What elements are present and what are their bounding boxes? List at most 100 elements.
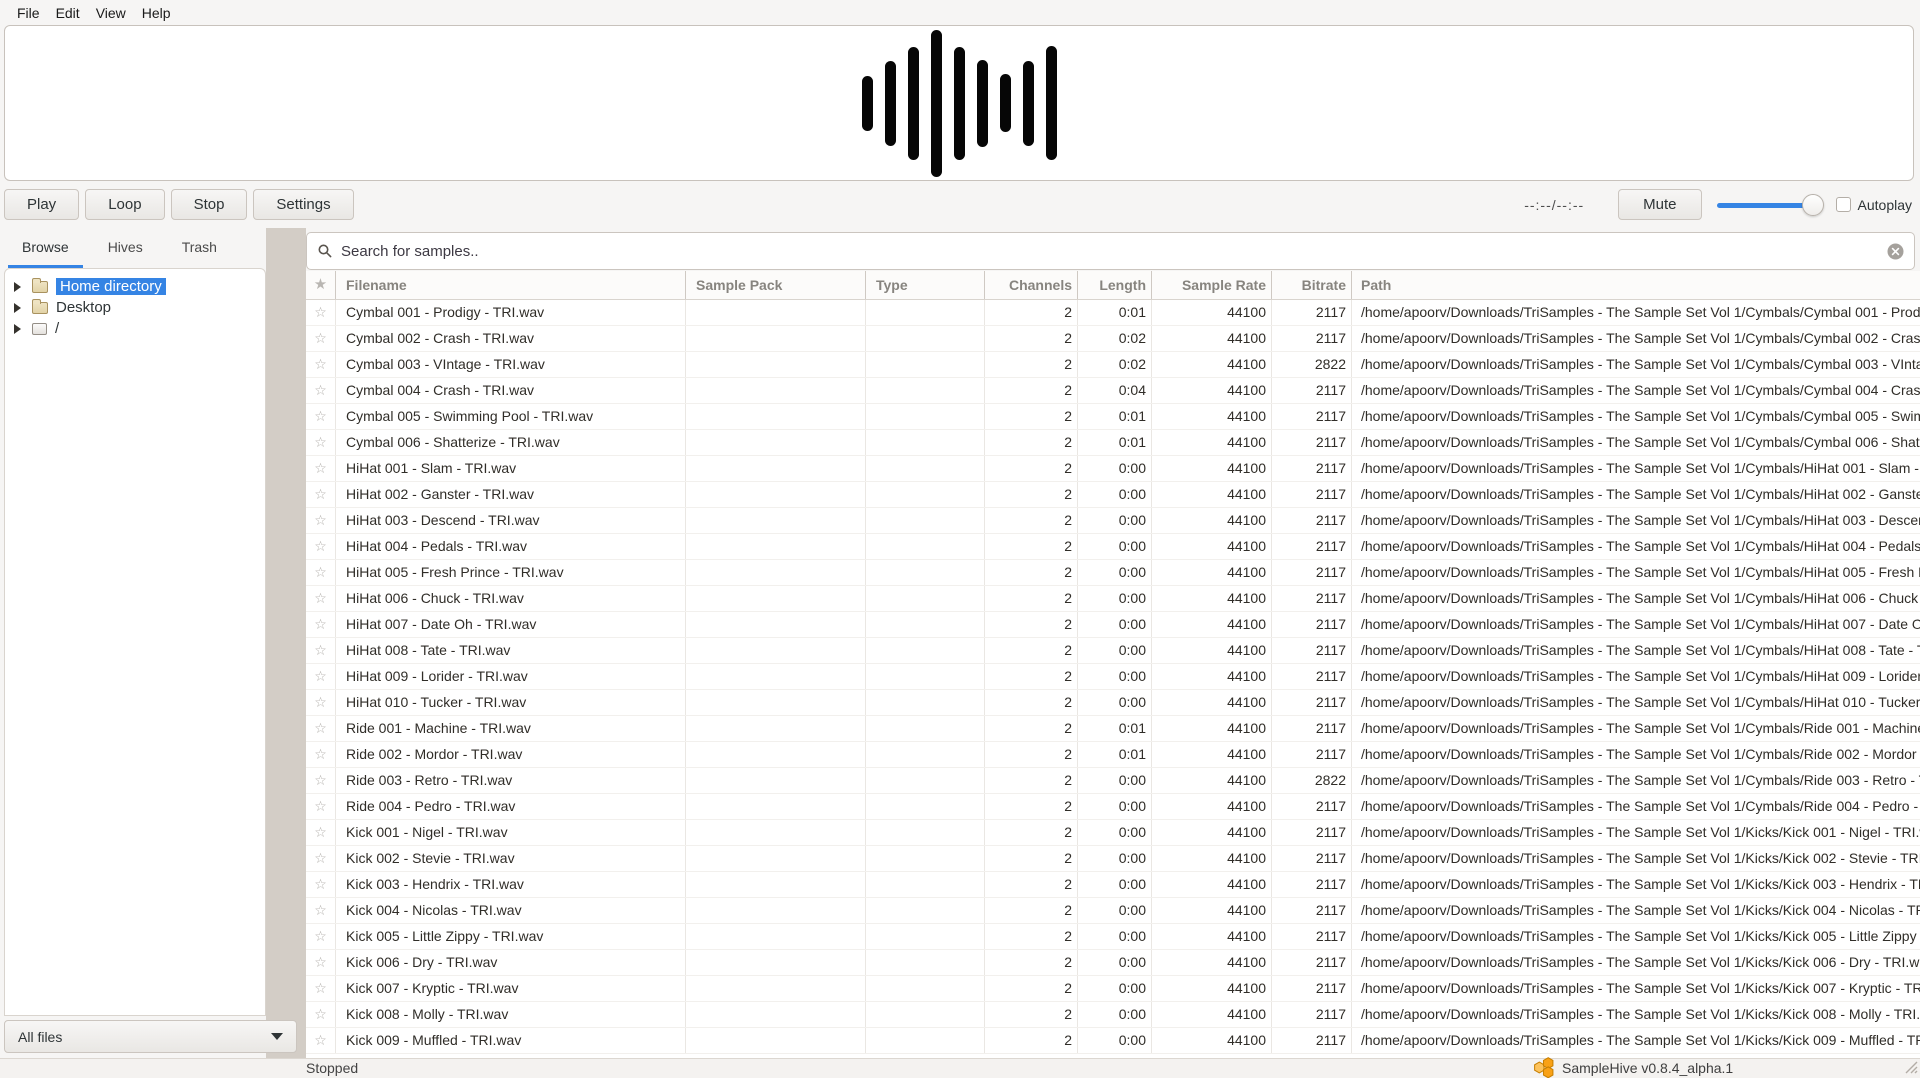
cell-filename: Kick 002 - Stevie - TRI.wav	[336, 846, 686, 871]
tree-item[interactable]: /	[5, 318, 265, 339]
header-type[interactable]: Type	[866, 271, 985, 299]
menu-item-view[interactable]: View	[88, 5, 134, 21]
resize-grip[interactable]	[1902, 1058, 1918, 1077]
search-input[interactable]	[341, 243, 1879, 260]
header-channels[interactable]: Channels	[985, 271, 1078, 299]
table-row[interactable]: ☆ HiHat 010 - Tucker - TRI.wav 2 0:00 44…	[306, 690, 1920, 716]
table-row[interactable]: ☆ Kick 007 - Kryptic - TRI.wav 2 0:00 44…	[306, 976, 1920, 1002]
clear-search-icon[interactable]	[1887, 243, 1904, 260]
mute-button[interactable]: Mute	[1618, 189, 1701, 220]
favorite-star-icon[interactable]: ☆	[306, 1028, 336, 1053]
table-row[interactable]: ☆ HiHat 009 - Lorider - TRI.wav 2 0:00 4…	[306, 664, 1920, 690]
favorite-star-icon[interactable]: ☆	[306, 586, 336, 611]
favorite-star-icon[interactable]: ☆	[306, 898, 336, 923]
volume-slider[interactable]	[1717, 193, 1822, 217]
header-length[interactable]: Length	[1078, 271, 1152, 299]
table-row[interactable]: ☆ Ride 001 - Machine - TRI.wav 2 0:01 44…	[306, 716, 1920, 742]
favorite-star-icon[interactable]: ☆	[306, 430, 336, 455]
favorite-star-icon[interactable]: ☆	[306, 300, 336, 325]
table-row[interactable]: ☆ Cymbal 002 - Crash - TRI.wav 2 0:02 44…	[306, 326, 1920, 352]
file-filter-dropdown[interactable]: All files	[4, 1020, 297, 1053]
cell-sample-rate: 44100	[1152, 664, 1272, 689]
cell-filename: HiHat 009 - Lorider - TRI.wav	[336, 664, 686, 689]
tab-hives[interactable]: Hives	[94, 228, 157, 268]
favorite-star-icon[interactable]: ☆	[306, 742, 336, 767]
favorite-star-icon[interactable]: ☆	[306, 326, 336, 351]
table-row[interactable]: ☆ Kick 004 - Nicolas - TRI.wav 2 0:00 44…	[306, 898, 1920, 924]
favorite-star-icon[interactable]: ☆	[306, 846, 336, 871]
table-row[interactable]: ☆ Kick 003 - Hendrix - TRI.wav 2 0:00 44…	[306, 872, 1920, 898]
favorite-star-icon[interactable]: ☆	[306, 794, 336, 819]
tab-browse[interactable]: Browse	[8, 228, 83, 268]
favorite-star-icon[interactable]: ☆	[306, 560, 336, 585]
favorite-star-icon[interactable]: ☆	[306, 950, 336, 975]
expander-arrow-icon[interactable]	[14, 282, 21, 292]
favorite-star-icon[interactable]: ☆	[306, 976, 336, 1001]
table-row[interactable]: ☆ Kick 006 - Dry - TRI.wav 2 0:00 44100 …	[306, 950, 1920, 976]
favorite-star-icon[interactable]: ☆	[306, 612, 336, 637]
cell-filename: Cymbal 003 - VIntage - TRI.wav	[336, 352, 686, 377]
header-bitrate[interactable]: Bitrate	[1272, 271, 1352, 299]
favorite-star-icon[interactable]: ☆	[306, 534, 336, 559]
volume-slider-knob[interactable]	[1802, 194, 1824, 216]
tree-item[interactable]: Home directory	[5, 276, 265, 297]
header-path[interactable]: Path	[1352, 271, 1920, 299]
favorite-star-icon[interactable]: ☆	[306, 456, 336, 481]
table-row[interactable]: ☆ HiHat 007 - Date Oh - TRI.wav 2 0:00 4…	[306, 612, 1920, 638]
favorite-star-icon[interactable]: ☆	[306, 508, 336, 533]
favorite-star-icon[interactable]: ☆	[306, 924, 336, 949]
favorite-star-icon[interactable]: ☆	[306, 820, 336, 845]
favorite-star-icon[interactable]: ☆	[306, 1002, 336, 1027]
favorite-star-icon[interactable]: ☆	[306, 768, 336, 793]
stop-button[interactable]: Stop	[171, 189, 248, 220]
table-row[interactable]: ☆ HiHat 002 - Ganster - TRI.wav 2 0:00 4…	[306, 482, 1920, 508]
favorite-star-icon[interactable]: ☆	[306, 716, 336, 741]
favorite-star-icon[interactable]: ☆	[306, 404, 336, 429]
table-row[interactable]: ☆ Kick 002 - Stevie - TRI.wav 2 0:00 441…	[306, 846, 1920, 872]
menu-item-edit[interactable]: Edit	[48, 5, 88, 21]
header-favorite-star-icon[interactable]: ★	[306, 271, 336, 299]
cell-filename: Kick 006 - Dry - TRI.wav	[336, 950, 686, 975]
pane-separator[interactable]	[266, 228, 306, 1058]
header-sample-rate[interactable]: Sample Rate	[1152, 271, 1272, 299]
table-row[interactable]: ☆ Cymbal 003 - VIntage - TRI.wav 2 0:02 …	[306, 352, 1920, 378]
table-row[interactable]: ☆ Ride 004 - Pedro - TRI.wav 2 0:00 4410…	[306, 794, 1920, 820]
table-row[interactable]: ☆ Kick 001 - Nigel - TRI.wav 2 0:00 4410…	[306, 820, 1920, 846]
loop-button[interactable]: Loop	[85, 189, 164, 220]
settings-button[interactable]: Settings	[253, 189, 353, 220]
table-row[interactable]: ☆ Kick 009 - Muffled - TRI.wav 2 0:00 44…	[306, 1028, 1920, 1054]
table-row[interactable]: ☆ Kick 005 - Little Zippy - TRI.wav 2 0:…	[306, 924, 1920, 950]
table-row[interactable]: ☆ Ride 003 - Retro - TRI.wav 2 0:00 4410…	[306, 768, 1920, 794]
tree-item[interactable]: Desktop	[5, 297, 265, 318]
table-row[interactable]: ☆ Cymbal 006 - Shatterize - TRI.wav 2 0:…	[306, 430, 1920, 456]
table-row[interactable]: ☆ HiHat 001 - Slam - TRI.wav 2 0:00 4410…	[306, 456, 1920, 482]
menu-item-file[interactable]: File	[9, 5, 48, 21]
favorite-star-icon[interactable]: ☆	[306, 664, 336, 689]
cell-type	[866, 898, 985, 923]
table-row[interactable]: ☆ HiHat 003 - Descend - TRI.wav 2 0:00 4…	[306, 508, 1920, 534]
favorite-star-icon[interactable]: ☆	[306, 638, 336, 663]
table-row[interactable]: ☆ HiHat 004 - Pedals - TRI.wav 2 0:00 44…	[306, 534, 1920, 560]
expander-arrow-icon[interactable]	[14, 324, 21, 334]
table-row[interactable]: ☆ HiHat 005 - Fresh Prince - TRI.wav 2 0…	[306, 560, 1920, 586]
header-filename[interactable]: Filename	[336, 271, 686, 299]
favorite-star-icon[interactable]: ☆	[306, 378, 336, 403]
table-row[interactable]: ☆ Ride 002 - Mordor - TRI.wav 2 0:01 441…	[306, 742, 1920, 768]
table-row[interactable]: ☆ Kick 008 - Molly - TRI.wav 2 0:00 4410…	[306, 1002, 1920, 1028]
table-row[interactable]: ☆ Cymbal 001 - Prodigy - TRI.wav 2 0:01 …	[306, 300, 1920, 326]
favorite-star-icon[interactable]: ☆	[306, 872, 336, 897]
table-row[interactable]: ☆ Cymbal 005 - Swimming Pool - TRI.wav 2…	[306, 404, 1920, 430]
table-row[interactable]: ☆ HiHat 006 - Chuck - TRI.wav 2 0:00 441…	[306, 586, 1920, 612]
menu-item-help[interactable]: Help	[134, 5, 179, 21]
tab-trash[interactable]: Trash	[168, 228, 231, 268]
cell-filename: HiHat 008 - Tate - TRI.wav	[336, 638, 686, 663]
favorite-star-icon[interactable]: ☆	[306, 352, 336, 377]
header-sample-pack[interactable]: Sample Pack	[686, 271, 866, 299]
favorite-star-icon[interactable]: ☆	[306, 482, 336, 507]
favorite-star-icon[interactable]: ☆	[306, 690, 336, 715]
expander-arrow-icon[interactable]	[14, 303, 21, 313]
autoplay-checkbox[interactable]	[1836, 197, 1851, 212]
table-row[interactable]: ☆ HiHat 008 - Tate - TRI.wav 2 0:00 4410…	[306, 638, 1920, 664]
play-button[interactable]: Play	[4, 189, 79, 220]
table-row[interactable]: ☆ Cymbal 004 - Crash - TRI.wav 2 0:04 44…	[306, 378, 1920, 404]
